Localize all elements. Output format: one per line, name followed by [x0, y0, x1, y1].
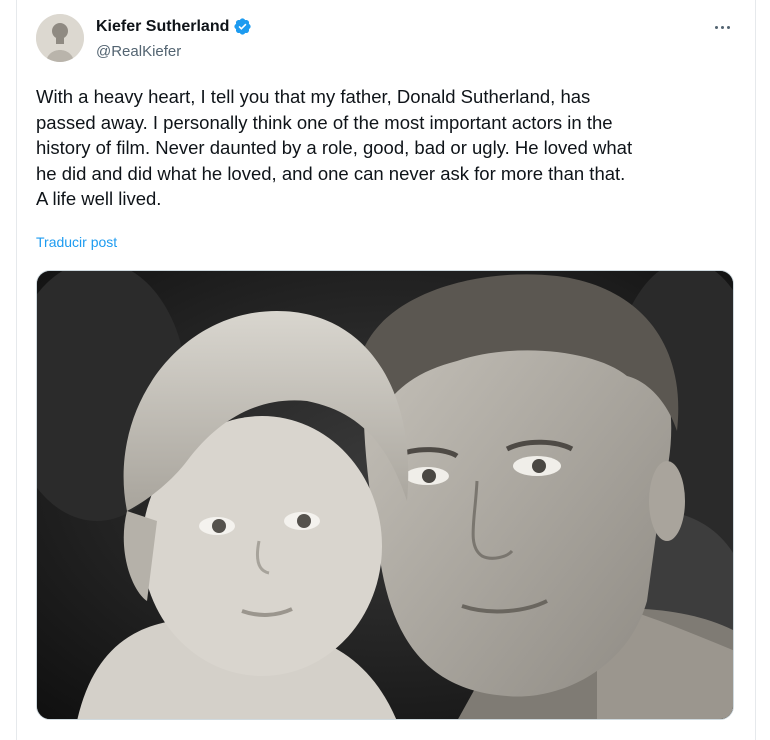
author-name-row: Kiefer Sutherland: [96, 17, 252, 36]
verified-badge-icon: [233, 17, 252, 36]
more-options-button[interactable]: [707, 16, 737, 38]
post-media-photo[interactable]: [36, 270, 734, 720]
more-dot: [720, 25, 724, 29]
translate-post-link[interactable]: Traducir post: [36, 234, 117, 250]
post-text: With a heavy heart, I tell you that my f…: [36, 84, 736, 212]
post-text-line: passed away. I personally think one of t…: [36, 111, 613, 133]
avatar-photo: [36, 14, 84, 62]
post-text-line: A life well lived.: [36, 188, 162, 209]
post-text-line: history of film. Never daunted by a role…: [36, 137, 633, 158]
more-horizontal-icon: [714, 25, 718, 29]
photo-illustration: [37, 271, 733, 719]
more-dot: [726, 25, 730, 29]
author-name[interactable]: Kiefer Sutherland: [96, 18, 229, 36]
post-text-line: he did and did what he loved, and one ca…: [36, 162, 626, 184]
post-text-line: With a heavy heart, I tell you that my f…: [36, 86, 591, 107]
avatar[interactable]: [36, 14, 84, 62]
author-handle[interactable]: @RealKiefer: [96, 43, 181, 60]
